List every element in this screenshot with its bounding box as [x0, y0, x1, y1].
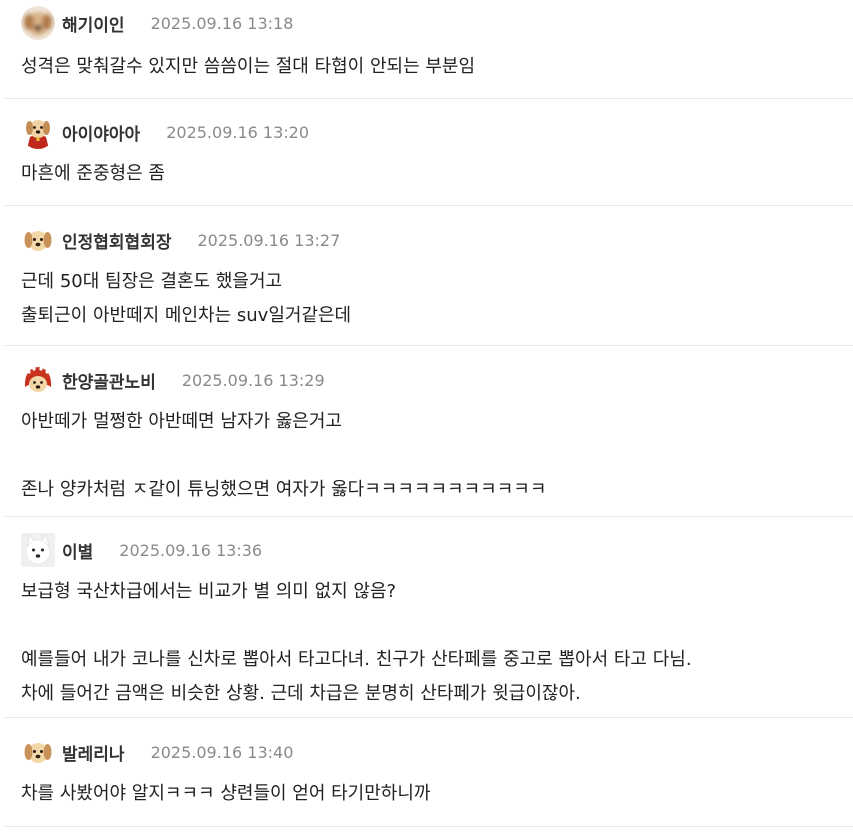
- comment-nickname[interactable]: 해기이인: [62, 11, 125, 36]
- blurred-puppy-icon[interactable]: [21, 6, 55, 40]
- comment-nickname[interactable]: 발레리나: [62, 740, 125, 765]
- comment-nickname[interactable]: 아이야아아: [62, 120, 140, 145]
- comment-blank-line: [21, 439, 843, 473]
- comment-header: 발레리나 2025.09.16 13:40: [21, 734, 293, 770]
- puppy-red-hood-icon[interactable]: [21, 363, 55, 397]
- comment: 인정협회협회장 2025.09.16 13:27 근데 50대 팀장은 결혼도 …: [5, 222, 853, 346]
- comment-header: 이별 2025.09.16 13:36: [21, 532, 262, 568]
- comment: 해기이인 2025.09.16 13:18 성격은 맞춰갈수 있지만 씀씀이는 …: [5, 5, 853, 99]
- comment-nickname[interactable]: 이별: [62, 538, 93, 563]
- comment-line: 차에 들어간 금액은 비슷한 상황. 근데 차급은 분명히 산타페가 윗급이잖아…: [21, 683, 581, 704]
- comment-body: 마흔에 준중형은 좀: [21, 157, 843, 191]
- comment-timestamp: 2025.09.16 13:27: [197, 230, 341, 250]
- comment-header: 인정협회협회장 2025.09.16 13:27: [21, 222, 340, 258]
- comment-line: 예를들어 내가 코나를 신차로 뽑아서 타고다녀. 친구가 산타페를 중고로 뽑…: [21, 649, 692, 670]
- comment-header: 한양골관노비 2025.09.16 13:29: [21, 362, 325, 398]
- comment-line: 성격은 맞춰갈수 있지만 씀씀이는 절대 타협이 안되는 부분임: [21, 56, 476, 77]
- comment: 발레리나 2025.09.16 13:40 차를 사봤어야 알지ㅋㅋㅋ 샹련들이…: [5, 734, 853, 827]
- comment-line: 차를 사봤어야 알지ㅋㅋㅋ 샹련들이 얻어 타기만하니까: [21, 783, 431, 804]
- comment-blank-line: [21, 609, 843, 643]
- comment-nickname[interactable]: 한양골관노비: [62, 368, 156, 393]
- comment-line: 존나 양카처럼 ㅈ같이 튜닝했으면 여자가 옳다ㅋㅋㅋㅋㅋㅋㅋㅋㅋㅋㅋ: [21, 479, 547, 500]
- puppy-icon[interactable]: [21, 223, 55, 257]
- comment-timestamp: 2025.09.16 13:20: [166, 122, 310, 142]
- comment-timestamp: 2025.09.16 13:18: [150, 13, 294, 33]
- puppy-icon[interactable]: [21, 735, 55, 769]
- comment-line: 아반떼가 멀쩡한 아반떼면 남자가 옳은거고: [21, 411, 342, 432]
- comment-body: 아반떼가 멀쩡한 아반떼면 남자가 옳은거고 존나 양카처럼 ㅈ같이 튜닝했으면…: [21, 405, 843, 507]
- comment-body: 차를 사봤어야 알지ㅋㅋㅋ 샹련들이 얻어 타기만하니까: [21, 777, 843, 811]
- comment-body: 보급형 국산차급에서는 비교가 별 의미 없지 않음? 예를들어 내가 코나를 …: [21, 575, 843, 711]
- comment-line: 근데 50대 팀장은 결혼도 했을거고: [21, 271, 283, 292]
- comment-timestamp: 2025.09.16 13:29: [181, 370, 325, 390]
- white-dog-icon[interactable]: [21, 533, 55, 567]
- comment: 아이야아아 2025.09.16 13:20 마흔에 준중형은 좀: [5, 114, 853, 206]
- comment: 이별 2025.09.16 13:36 보급형 국산차급에서는 비교가 별 의미…: [5, 532, 853, 718]
- comment-line: 마흔에 준중형은 좀: [21, 163, 165, 184]
- comment-body: 성격은 맞춰갈수 있지만 씀씀이는 절대 타협이 안되는 부분임: [21, 50, 843, 84]
- comment-body: 근데 50대 팀장은 결혼도 했을거고 출퇴근이 아반떼지 메인차는 suv일거…: [21, 265, 843, 333]
- puppy-red-cape-icon[interactable]: [21, 115, 55, 149]
- comment-header: 아이야아아 2025.09.16 13:20: [21, 114, 309, 150]
- comment-timestamp: 2025.09.16 13:40: [150, 742, 294, 762]
- comment: 한양골관노비 2025.09.16 13:29 아반떼가 멀쩡한 아반떼면 남자…: [5, 362, 853, 517]
- comment-line: 보급형 국산차급에서는 비교가 별 의미 없지 않음?: [21, 581, 397, 602]
- comment-nickname[interactable]: 인정협회협회장: [62, 228, 171, 253]
- comment-line: 출퇴근이 아반떼지 메인차는 suv일거같은데: [21, 305, 352, 326]
- comment-header: 해기이인 2025.09.16 13:18: [21, 5, 293, 41]
- comment-timestamp: 2025.09.16 13:36: [119, 540, 263, 560]
